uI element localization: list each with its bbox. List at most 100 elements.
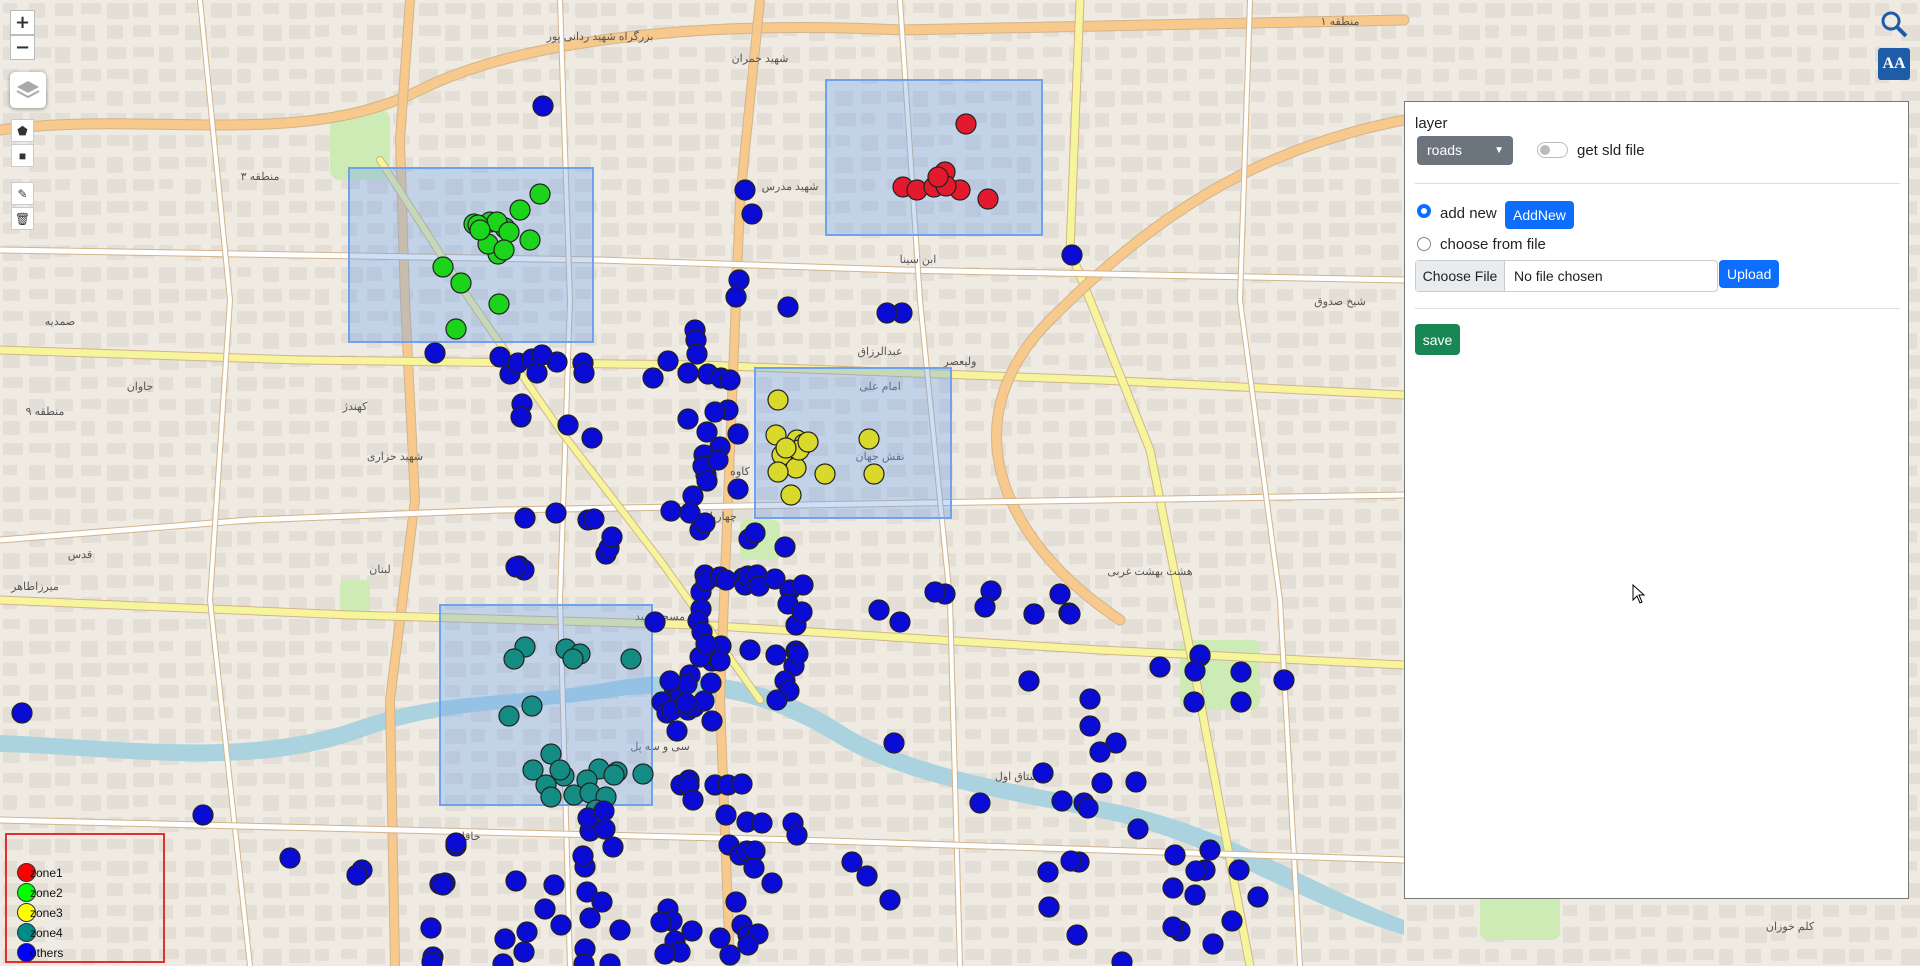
- zoom-out-button[interactable]: −: [10, 35, 35, 60]
- others-marker[interactable]: [657, 350, 679, 372]
- zone4-marker[interactable]: [562, 648, 584, 670]
- others-marker[interactable]: [660, 500, 682, 522]
- others-marker[interactable]: [765, 644, 787, 666]
- others-marker[interactable]: [420, 917, 442, 939]
- zone3-marker[interactable]: [814, 463, 836, 485]
- others-marker[interactable]: [601, 526, 623, 548]
- upload-button[interactable]: Upload: [1719, 260, 1780, 288]
- others-marker[interactable]: [1149, 656, 1171, 678]
- others-marker[interactable]: [701, 710, 723, 732]
- zone2-marker[interactable]: [509, 199, 531, 221]
- others-marker[interactable]: [1162, 877, 1184, 899]
- others-marker[interactable]: [654, 943, 676, 965]
- others-marker[interactable]: [1228, 859, 1250, 881]
- others-marker[interactable]: [594, 818, 616, 840]
- others-marker[interactable]: [644, 611, 666, 633]
- zone4-marker[interactable]: [540, 786, 562, 808]
- edit-layers-button[interactable]: ✎: [11, 182, 34, 205]
- zone2-marker[interactable]: [432, 256, 454, 278]
- others-marker[interactable]: [1077, 797, 1099, 819]
- others-marker[interactable]: [719, 369, 741, 391]
- others-marker[interactable]: [761, 872, 783, 894]
- zone4-marker[interactable]: [521, 695, 543, 717]
- others-marker[interactable]: [751, 812, 773, 834]
- others-marker[interactable]: [279, 847, 301, 869]
- others-marker[interactable]: [787, 643, 809, 665]
- others-marker[interactable]: [1202, 933, 1224, 955]
- others-marker[interactable]: [696, 470, 718, 492]
- zone1-marker[interactable]: [955, 113, 977, 135]
- others-marker[interactable]: [1111, 951, 1133, 966]
- zone2-marker[interactable]: [488, 293, 510, 315]
- others-marker[interactable]: [1185, 860, 1207, 882]
- others-marker[interactable]: [743, 857, 765, 879]
- others-marker[interactable]: [715, 804, 737, 826]
- others-marker[interactable]: [725, 286, 747, 308]
- others-marker[interactable]: [579, 907, 601, 929]
- sld-toggle[interactable]: [1537, 142, 1568, 158]
- others-marker[interactable]: [1079, 688, 1101, 710]
- others-marker[interactable]: [445, 832, 467, 854]
- others-marker[interactable]: [774, 536, 796, 558]
- others-marker[interactable]: [11, 702, 33, 724]
- others-marker[interactable]: [545, 502, 567, 524]
- zone4-marker[interactable]: [620, 648, 642, 670]
- others-marker[interactable]: [583, 508, 605, 530]
- others-marker[interactable]: [766, 689, 788, 711]
- others-marker[interactable]: [677, 362, 699, 384]
- others-marker[interactable]: [879, 889, 901, 911]
- draw-polygon-button[interactable]: ⬟: [11, 119, 34, 142]
- zone3-marker[interactable]: [767, 389, 789, 411]
- others-marker[interactable]: [424, 342, 446, 364]
- others-marker[interactable]: [1199, 839, 1221, 861]
- others-marker[interactable]: [682, 789, 704, 811]
- others-marker[interactable]: [1089, 741, 1111, 763]
- layers-button[interactable]: [10, 72, 46, 108]
- others-marker[interactable]: [1273, 669, 1295, 691]
- others-marker[interactable]: [1037, 861, 1059, 883]
- others-marker[interactable]: [694, 512, 716, 534]
- file-input[interactable]: Choose File No file chosen: [1415, 260, 1718, 292]
- others-marker[interactable]: [572, 845, 594, 867]
- others-marker[interactable]: [700, 672, 722, 694]
- others-marker[interactable]: [1059, 603, 1081, 625]
- zoom-in-button[interactable]: +: [10, 10, 35, 35]
- others-marker[interactable]: [704, 401, 726, 423]
- others-marker[interactable]: [695, 633, 717, 655]
- zone3-marker[interactable]: [785, 457, 807, 479]
- zone4-marker[interactable]: [603, 764, 625, 786]
- others-marker[interactable]: [856, 865, 878, 887]
- others-marker[interactable]: [421, 951, 443, 966]
- zone3-marker[interactable]: [767, 461, 789, 483]
- others-marker[interactable]: [1162, 916, 1184, 938]
- others-marker[interactable]: [1164, 844, 1186, 866]
- choose-file-button[interactable]: Choose File: [1416, 261, 1505, 291]
- others-marker[interactable]: [883, 732, 905, 754]
- others-marker[interactable]: [1184, 884, 1206, 906]
- zone4-marker[interactable]: [503, 648, 525, 670]
- others-marker[interactable]: [659, 670, 681, 692]
- others-marker[interactable]: [731, 773, 753, 795]
- others-marker[interactable]: [602, 836, 624, 858]
- others-marker[interactable]: [734, 179, 756, 201]
- others-marker[interactable]: [581, 427, 603, 449]
- others-marker[interactable]: [727, 478, 749, 500]
- text-size-button[interactable]: AA: [1878, 48, 1910, 80]
- others-marker[interactable]: [677, 408, 699, 430]
- others-marker[interactable]: [1023, 603, 1045, 625]
- others-marker[interactable]: [532, 95, 554, 117]
- others-marker[interactable]: [505, 870, 527, 892]
- search-button[interactable]: [1878, 8, 1910, 40]
- others-marker[interactable]: [573, 362, 595, 384]
- add-new-button[interactable]: AddNew: [1505, 201, 1574, 229]
- others-marker[interactable]: [1066, 924, 1088, 946]
- zone2-marker[interactable]: [445, 318, 467, 340]
- others-marker[interactable]: [1125, 771, 1147, 793]
- others-marker[interactable]: [693, 690, 715, 712]
- others-marker[interactable]: [534, 898, 556, 920]
- others-marker[interactable]: [1247, 886, 1269, 908]
- others-marker[interactable]: [514, 507, 536, 529]
- others-marker[interactable]: [1079, 715, 1101, 737]
- zone3-marker[interactable]: [863, 463, 885, 485]
- others-marker[interactable]: [1018, 670, 1040, 692]
